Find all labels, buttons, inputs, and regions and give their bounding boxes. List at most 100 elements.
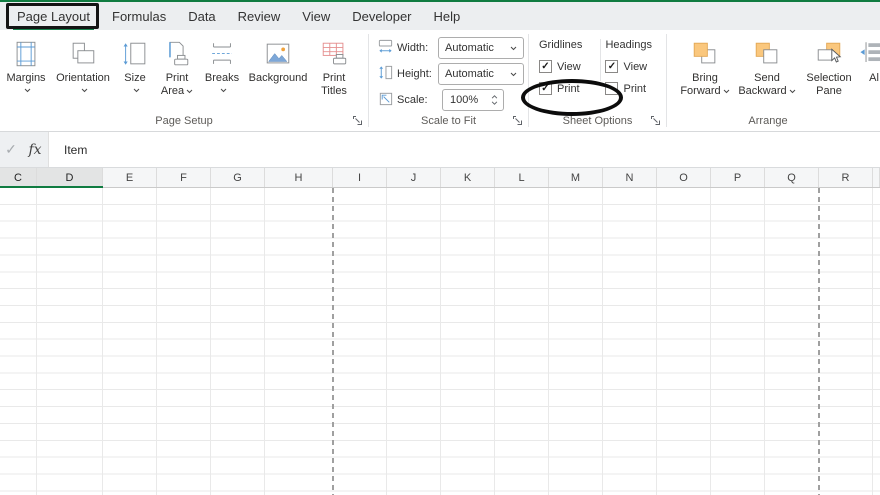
column-separator [599, 39, 601, 81]
print-titles-button[interactable]: Print Titles [312, 34, 356, 98]
chevron-down-icon [131, 84, 140, 97]
scale-value: 100% [450, 94, 479, 106]
width-dropdown[interactable]: Automatic [438, 37, 524, 59]
align-button[interactable]: Al [859, 34, 880, 85]
checkbox-checked-icon[interactable]: ✓ [605, 60, 619, 73]
grid-vertical-line [656, 188, 657, 495]
background-label: Background [248, 72, 308, 84]
checkbox-unchecked-icon[interactable] [605, 82, 619, 95]
column-header-C[interactable]: C [0, 168, 37, 188]
ribbon-group-sheet-options: Gridlines ✓ View ✓ Print Headings ✓ View Print S… [529, 30, 666, 131]
chevron-down-icon [184, 85, 193, 97]
chevron-down-icon [508, 68, 517, 80]
gridlines-print-checkbox[interactable]: ✓ Print [539, 82, 600, 95]
width-icon [377, 38, 397, 58]
arrange-group-label: Arrange [748, 115, 788, 127]
bring-forward-button[interactable]: Bring Forward [675, 34, 735, 98]
grid-vertical-line [156, 188, 157, 495]
background-button[interactable]: Background [244, 34, 312, 85]
dialog-launcher-icon[interactable] [352, 115, 363, 126]
column-header-R[interactable]: R [819, 168, 873, 187]
ribbon-group-page-setup: Margins Orientation Size Print Area Breaks Bac… [0, 30, 368, 131]
tab-data[interactable]: Data [177, 2, 226, 30]
column-header-I[interactable]: I [333, 168, 387, 187]
grid-vertical-line [602, 188, 603, 495]
enter-icon[interactable]: ✓ [0, 141, 22, 158]
height-label: Height: [397, 68, 432, 80]
height-icon [377, 64, 397, 84]
column-header-N[interactable]: N [603, 168, 657, 187]
tab-help[interactable]: Help [423, 2, 472, 30]
tab-developer[interactable]: Developer [341, 2, 422, 30]
headings-print-checkbox[interactable]: Print [605, 82, 666, 95]
headings-view-checkbox[interactable]: ✓ View [605, 60, 666, 73]
scale-label: Scale: [397, 94, 428, 106]
print-area-button[interactable]: Print Area [154, 34, 200, 98]
height-dropdown[interactable]: Automatic [438, 63, 524, 85]
column-header-partial[interactable] [873, 168, 880, 187]
selection-pane-button[interactable]: Selection Pane [799, 34, 859, 98]
margins-button[interactable]: Margins [2, 34, 50, 95]
size-button[interactable]: Size [116, 34, 154, 95]
gridlines-view-checkbox[interactable]: ✓ View [539, 60, 600, 73]
ribbon-group-arrange: Bring Forward Send Backward Selection Pane Al … [667, 30, 880, 131]
align-label: Al [869, 72, 879, 84]
ribbon: Margins Orientation Size Print Area Breaks Bac… [0, 30, 880, 132]
column-header-K[interactable]: K [441, 168, 495, 187]
print-titles-icon [319, 36, 349, 72]
align-icon [859, 36, 880, 72]
scale-icon [377, 90, 397, 110]
send-backward-label: Send Backward [738, 72, 795, 98]
column-header-E[interactable]: E [103, 168, 157, 187]
column-header-M[interactable]: M [549, 168, 603, 187]
chevron-down-icon [721, 85, 730, 97]
formula-input[interactable]: Item [48, 132, 880, 167]
chevron-down-icon [218, 84, 227, 97]
tab-view[interactable]: View [291, 2, 341, 30]
width-label: Width: [397, 42, 429, 54]
tab-page-layout[interactable]: Page Layout [6, 2, 101, 30]
column-header-P[interactable]: P [711, 168, 765, 187]
chevron-down-icon [787, 85, 796, 97]
gridlines-options-column: Gridlines ✓ View ✓ Print [539, 39, 600, 95]
bring-forward-label: Bring Forward [680, 72, 730, 98]
width-row: Width: Automatic [377, 37, 524, 59]
sheet-grid[interactable] [0, 188, 880, 495]
tab-review[interactable]: Review [227, 2, 292, 30]
page-break-dashed-line [818, 188, 820, 495]
checkbox-checked-icon[interactable]: ✓ [539, 60, 552, 73]
checkbox-checked-icon[interactable]: ✓ [539, 82, 552, 95]
page-setup-group-label: Page Setup [155, 115, 213, 127]
gridlines-title: Gridlines [539, 39, 583, 51]
checkbox-label: View [557, 60, 581, 73]
spinner-arrows-icon[interactable] [491, 95, 498, 105]
column-header-H[interactable]: H [265, 168, 333, 187]
column-header-G[interactable]: G [211, 168, 265, 187]
dialog-launcher-icon[interactable] [512, 115, 523, 126]
height-value: Automatic [445, 68, 494, 80]
grid-vertical-line [548, 188, 549, 495]
orientation-icon [67, 36, 99, 72]
column-header-F[interactable]: F [157, 168, 211, 187]
print-area-label: Print Area [161, 72, 193, 98]
send-backward-button[interactable]: Send Backward [735, 34, 799, 98]
column-header-Q[interactable]: Q [765, 168, 819, 187]
chevron-down-icon [22, 84, 31, 97]
orientation-button[interactable]: Orientation [50, 34, 116, 95]
formula-bar: ✓ fx Item [0, 132, 880, 168]
scale-row: Scale: 100% [377, 89, 524, 111]
grid-vertical-line [440, 188, 441, 495]
size-icon [120, 36, 150, 72]
scale-spinner[interactable]: 100% [442, 89, 504, 111]
column-header-O[interactable]: O [657, 168, 711, 187]
column-header-D[interactable]: D [36, 168, 103, 188]
fx-icon[interactable]: fx [22, 142, 48, 158]
grid-vertical-line [494, 188, 495, 495]
column-header-L[interactable]: L [495, 168, 549, 187]
width-value: Automatic [445, 42, 494, 54]
tab-formulas[interactable]: Formulas [101, 2, 177, 30]
dialog-launcher-icon[interactable] [650, 115, 661, 126]
breaks-button[interactable]: Breaks [200, 34, 244, 95]
headings-title: Headings [605, 39, 652, 51]
column-header-J[interactable]: J [387, 168, 441, 187]
